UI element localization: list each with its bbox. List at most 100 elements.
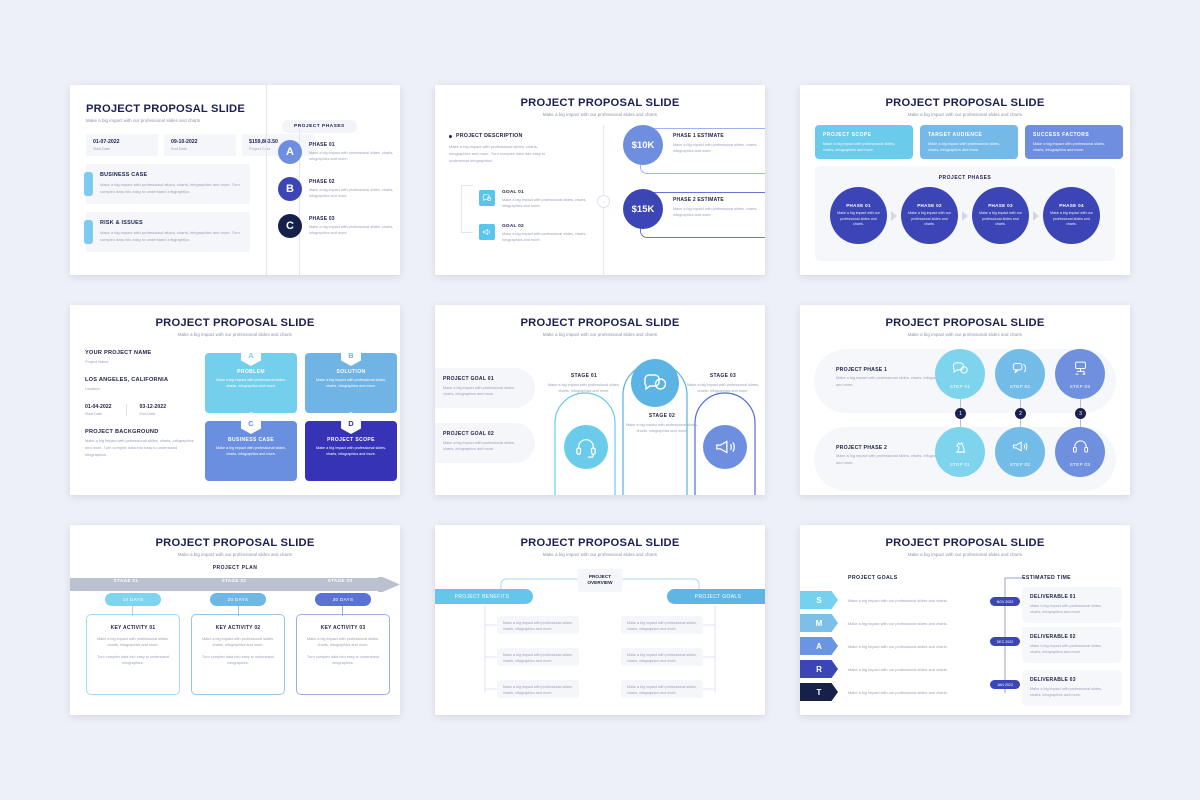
step-01-top[interactable]: STEP 01 xyxy=(935,349,985,399)
date-pill-3[interactable]: JAN 2023 xyxy=(990,680,1020,689)
step-03-top[interactable]: STEP 03 xyxy=(1055,349,1105,399)
key-activity-03[interactable]: KEY ACTIVITY 03 Make a big impact with p… xyxy=(296,614,390,695)
quadrant-problem[interactable]: A PROBLEM Make a big impact with profess… xyxy=(205,344,297,413)
step-label: STEP 02 xyxy=(1009,461,1031,467)
end-date-block: 03-12-2022 End Date xyxy=(125,404,181,416)
step-number-2: 2 xyxy=(1015,408,1026,419)
days-pill-1[interactable]: 10 DAYS xyxy=(105,593,161,606)
project-goal-02[interactable]: PROJECT GOAL 02 Make a big impact with p… xyxy=(435,423,535,463)
quadrant-business-case[interactable]: C BUSINESS CASE Make a big impact with p… xyxy=(205,412,297,481)
date-pill-1[interactable]: NOV 2022 xyxy=(990,597,1020,606)
phase-badge-c: C xyxy=(278,214,302,238)
slide-1-overview[interactable]: PROJECT PROPOSAL SLIDE Make a big impact… xyxy=(70,85,400,275)
deliverable-02[interactable]: DELIVERABLE 02 Make a big impact with pr… xyxy=(1022,627,1122,663)
project-goal-01[interactable]: PROJECT GOAL 01 Make a big impact with p… xyxy=(435,368,535,408)
stage-03-text: STAGE 03 Make a big impact with professi… xyxy=(686,373,760,395)
phase-title: PHASE 04 xyxy=(1059,203,1084,209)
goal-text: Make a big impact with professional slid… xyxy=(443,386,515,397)
goal-item-3[interactable]: Make a big impact with professional slid… xyxy=(621,680,703,698)
goal-row-2[interactable]: GOAL 02 Make a big impact with professio… xyxy=(479,215,589,244)
step-03-bottom[interactable]: STEP 03 xyxy=(1055,427,1105,477)
phase-title: PHASE 02 xyxy=(917,203,942,209)
card-success-factors[interactable]: SUCCESS FACTORS Make a big impact with p… xyxy=(1025,125,1123,159)
slide-2-description[interactable]: PROJECT PROPOSAL SLIDE Make a big impact… xyxy=(435,85,765,275)
card-title: PROJECT SCOPE xyxy=(823,132,872,138)
stage-text: Make a big impact with professional slid… xyxy=(548,383,620,394)
benefit-item-3[interactable]: Make a big impact with professional slid… xyxy=(497,680,579,698)
slide-5-stages[interactable]: PROJECT PROPOSAL SLIDE Make a big impact… xyxy=(435,305,765,495)
slide-4-problem-solution[interactable]: PROJECT PROPOSAL SLIDE Make a big impact… xyxy=(70,305,400,495)
phase-row-b[interactable]: B PHASE 02 Make a big impact with profes… xyxy=(278,177,398,201)
deliverable-03[interactable]: DELIVERABLE 03 Make a big impact with pr… xyxy=(1022,670,1122,706)
step-02-bottom[interactable]: STEP 02 xyxy=(995,427,1045,477)
estimate-2-text-block: PHASE 2 ESTIMATE Make a big impact with … xyxy=(673,197,765,219)
days-pill-2[interactable]: 20 DAYS xyxy=(210,593,266,606)
phase-circle-01[interactable]: PHASE 01 Make a big impact with our prof… xyxy=(830,187,887,244)
project-overview-box[interactable]: PROJECT OVERVIEW xyxy=(577,569,623,592)
project-benefits-pill[interactable]: PROJECT BENEFITS xyxy=(435,589,533,604)
vertical-divider xyxy=(266,85,267,275)
project-goals-label: PROJECT GOALS xyxy=(848,575,898,581)
phase-circle-03[interactable]: PHASE 03 Make a big impact with our prof… xyxy=(972,187,1029,244)
key-activity-01[interactable]: KEY ACTIVITY 01 Make a big impact with p… xyxy=(86,614,180,695)
hex-badge-d: D xyxy=(341,412,361,434)
deliverable-title: DELIVERABLE 03 xyxy=(1030,677,1076,683)
benefit-item-2[interactable]: Make a big impact with professional slid… xyxy=(497,648,579,666)
smart-row-r[interactable]: R Make a big impact with our professiona… xyxy=(800,660,948,678)
goal-item-2[interactable]: Make a big impact with professional slid… xyxy=(621,648,703,666)
step-02-top[interactable]: STEP 02 xyxy=(995,349,1045,399)
slide-6-steps[interactable]: PROJECT PROPOSAL SLIDE Make a big impact… xyxy=(800,305,1130,495)
chess-knight-icon xyxy=(952,438,969,460)
slide-8-overview-tree[interactable]: PROJECT PROPOSAL SLIDE Make a big impact… xyxy=(435,525,765,715)
card-project-scope[interactable]: PROJECT SCOPE Make a big impact with pro… xyxy=(815,125,913,159)
card-text: Make a big impact with professional slid… xyxy=(823,142,895,153)
smart-row-m[interactable]: M Make a big impact with our professiona… xyxy=(800,614,948,632)
phase-badge-a: A xyxy=(278,140,302,164)
hex-badge-letter: B xyxy=(348,350,354,360)
end-date-label: End Date xyxy=(171,147,187,151)
background-title: PROJECT BACKGROUND xyxy=(85,429,159,435)
quadrant-solution[interactable]: B SOLUTION Make a big impact with profes… xyxy=(305,344,397,413)
quadrant-project-scope[interactable]: D PROJECT SCOPE Make a big impact with p… xyxy=(305,412,397,481)
slide-9-smart-goals[interactable]: PROJECT PROPOSAL SLIDE Make a big impact… xyxy=(800,525,1130,715)
smart-row-s[interactable]: S Make a big impact with our professiona… xyxy=(800,591,948,609)
phase-a-title: PHASE 01 xyxy=(309,141,335,148)
slide-3-phases[interactable]: PROJECT PROPOSAL SLIDE Make a big impact… xyxy=(800,85,1130,275)
phase-title: PHASE 03 xyxy=(988,203,1013,209)
goal-row-1[interactable]: GOAL 01 Make a big impact with professio… xyxy=(479,181,589,210)
accent-tab xyxy=(84,172,93,196)
benefit-item-1[interactable]: Make a big impact with professional slid… xyxy=(497,616,579,634)
hex-badge-b: B xyxy=(341,344,361,366)
goal-item-1[interactable]: Make a big impact with professional slid… xyxy=(621,616,703,634)
activity-text: Make a big impact with professional slid… xyxy=(97,637,169,648)
phase-row-a[interactable]: A PHASE 01 Make a big impact with profes… xyxy=(278,140,398,164)
goal-1-text: Make a big impact with professional slid… xyxy=(502,198,587,209)
phase-1-text: Make a big impact with professional slid… xyxy=(836,375,945,387)
hex-badge-letter: D xyxy=(348,418,354,428)
smart-row-a[interactable]: A Make a big impact with our professiona… xyxy=(800,637,948,655)
card-target-audience[interactable]: TARGET AUDIENCE Make a big impact with p… xyxy=(920,125,1018,159)
stage-02-text: STAGE 02 Make a big impact with professi… xyxy=(625,413,699,435)
date-pill-2[interactable]: DEC 2022 xyxy=(990,637,1020,646)
business-case-text: Make a big impact with professional slid… xyxy=(100,182,240,194)
deliverable-title: DELIVERABLE 01 xyxy=(1030,594,1076,600)
stage-title: STAGE 02 xyxy=(648,413,676,419)
days-pill-3[interactable]: 30 DAYS xyxy=(315,593,371,606)
phase-row-c[interactable]: C PHASE 03 Make a big impact with profes… xyxy=(278,214,398,238)
smart-row-t[interactable]: T Make a big impact with our professiona… xyxy=(800,683,948,701)
smart-letter-a: A xyxy=(800,637,838,655)
slide-7-project-plan[interactable]: PROJECT PROPOSAL SLIDE Make a big impact… xyxy=(70,525,400,715)
end-date-label: End Date xyxy=(139,412,156,416)
key-activity-02[interactable]: KEY ACTIVITY 02 Make a big impact with p… xyxy=(191,614,285,695)
page-subtitle: Make a big impact with our professional … xyxy=(907,112,1023,117)
activity-text-2: Turn complex data into easy to understan… xyxy=(97,654,169,666)
deliverable-01[interactable]: DELIVERABLE 01 Make a big impact with pr… xyxy=(1022,587,1122,623)
phase-circle-02[interactable]: PHASE 02 Make a big impact with our prof… xyxy=(901,187,958,244)
project-goals-pill[interactable]: PROJECT GOALS xyxy=(667,589,765,604)
end-date-value: 09-10-2022 xyxy=(171,139,198,145)
phase-circle-04[interactable]: PHASE 04 Make a big impact with our prof… xyxy=(1043,187,1100,244)
step-01-bottom[interactable]: STEP 01 xyxy=(935,427,985,477)
end-date-value: 03-12-2022 xyxy=(139,404,167,410)
estimate-2-title: PHASE 2 ESTIMATE xyxy=(673,197,724,203)
megaphone-icon xyxy=(703,425,747,469)
